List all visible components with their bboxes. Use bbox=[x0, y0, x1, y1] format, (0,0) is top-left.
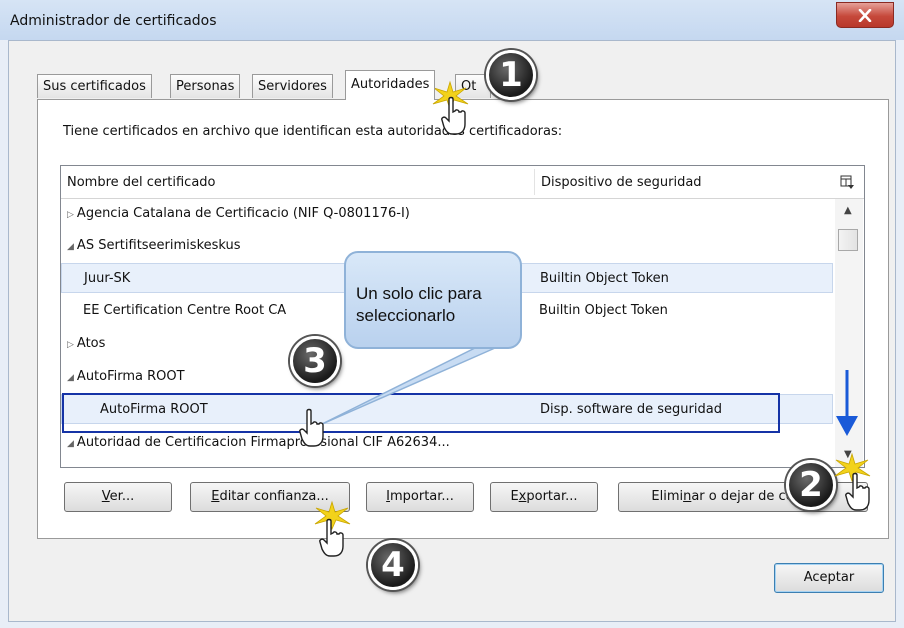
row-device: Builtin Object Token bbox=[539, 303, 668, 318]
tab-label: Servidores bbox=[258, 79, 327, 94]
scroll-up-icon[interactable]: ▲ bbox=[844, 205, 852, 216]
exportar-button[interactable]: Exportar... bbox=[490, 482, 598, 512]
tooltip-callout: Un solo clic para seleccionarlo bbox=[344, 251, 522, 349]
tab-label: Personas bbox=[176, 79, 235, 94]
row-name: AutoFirma ROOT bbox=[76, 369, 185, 384]
step-3-badge: 3 bbox=[290, 336, 340, 386]
tree-row[interactable]: ▷ Agencia Catalana de Certificacio (NIF Q… bbox=[61, 199, 833, 229]
column-picker-icon[interactable] bbox=[839, 174, 855, 190]
row-name: AS Sertifitseerimiskeskus bbox=[76, 238, 241, 253]
expand-arrow-icon[interactable]: ▷ bbox=[67, 340, 74, 350]
tab-label: Sus certificados bbox=[43, 79, 146, 94]
step-2-badge: 2 bbox=[786, 460, 836, 510]
collapse-arrow-icon[interactable]: ◢ bbox=[67, 439, 74, 449]
close-icon bbox=[858, 9, 872, 22]
ver-button[interactable]: Ver... bbox=[64, 482, 172, 512]
step-4-badge: 4 bbox=[368, 540, 418, 590]
close-button[interactable] bbox=[836, 2, 894, 28]
row-name: EE Certification Centre Root CA bbox=[83, 303, 287, 318]
collapse-arrow-icon[interactable]: ◢ bbox=[67, 373, 74, 383]
column-header-name[interactable]: Nombre del certificado bbox=[67, 175, 215, 190]
hand-cursor-icon bbox=[299, 408, 324, 447]
down-arrow-icon bbox=[836, 370, 858, 436]
row-name: Atos bbox=[76, 336, 106, 351]
hand-cursor-icon bbox=[319, 518, 344, 557]
window-title: Administrador de certificados bbox=[10, 13, 217, 29]
tab-servidores[interactable]: Servidores bbox=[252, 74, 333, 98]
tree-header: Nombre del certificado Dispositivo de se… bbox=[61, 166, 864, 199]
step-1-badge: 1 bbox=[486, 50, 536, 100]
column-header-device[interactable]: Dispositivo de seguridad bbox=[541, 175, 702, 190]
tab-personas[interactable]: Personas bbox=[170, 74, 241, 98]
intro-text: Tiene certificados en archivo que identi… bbox=[63, 124, 563, 139]
row-name: Agencia Catalana de Certificacio (NIF Q-… bbox=[76, 206, 410, 221]
tab-label: Autoridades bbox=[351, 77, 430, 92]
callout-text: Un solo clic para seleccionarlo bbox=[356, 284, 482, 325]
aceptar-button[interactable]: Aceptar bbox=[774, 563, 884, 593]
column-separator bbox=[534, 169, 535, 195]
hand-cursor-icon bbox=[441, 96, 466, 135]
collapse-arrow-icon[interactable]: ◢ bbox=[67, 242, 74, 252]
scroll-thumb[interactable] bbox=[838, 229, 858, 251]
hand-cursor-icon bbox=[845, 472, 870, 511]
row-device: Builtin Object Token bbox=[540, 271, 669, 286]
expand-arrow-icon[interactable]: ▷ bbox=[67, 210, 74, 220]
importar-button[interactable]: Importar... bbox=[366, 482, 474, 512]
tab-sus-certificados[interactable]: Sus certificados bbox=[37, 74, 152, 98]
title-bar: Administrador de certificados bbox=[0, 0, 904, 40]
row-name: Juur-SK bbox=[84, 271, 131, 286]
tab-autoridades[interactable]: Autoridades bbox=[345, 70, 436, 100]
window: Administrador de certificados Sus certif… bbox=[0, 0, 904, 628]
